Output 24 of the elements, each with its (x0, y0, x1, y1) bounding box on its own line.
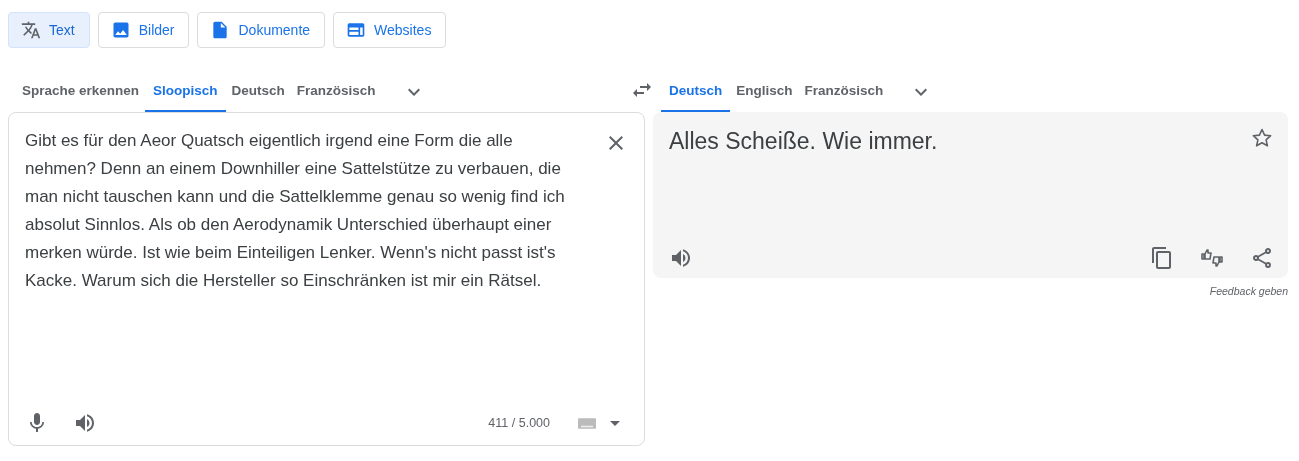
translate-icon (21, 20, 41, 40)
source-text-box[interactable] (8, 112, 645, 446)
character-count: 411 / 5.000 (488, 416, 550, 430)
copy-icon[interactable] (1150, 246, 1174, 270)
language-tab[interactable]: Sprache erkennen (16, 71, 146, 112)
speaker-icon[interactable] (73, 411, 97, 435)
mode-tab[interactable]: Text (8, 12, 90, 48)
feedback-link[interactable]: Feedback geben (1209, 285, 1288, 297)
language-tab[interactable]: Französisch (290, 71, 382, 112)
web-icon (346, 20, 367, 40)
thumbs-up-down-icon[interactable] (1200, 246, 1224, 270)
star-icon[interactable] (1250, 126, 1274, 150)
mode-tab[interactable]: Bilder (97, 12, 190, 48)
language-tab[interactable]: Deutsch (225, 71, 291, 112)
share-icon[interactable] (1250, 246, 1274, 270)
source-text: Gibt es für den Aeor Quatsch eigentlich irgend eine Form die alle nehmen? Denn an einem Downhiller eine Sattelstütze zu verbauen, die man nicht tauschen kann und die Sattelklemme genau so wenig find ich absolut Sinnlos. Als ob den Aerodynamik Unterschied überhaupt einer merken würde. Ist wie beim Einteiligen Lenker. Wenn's nicht passt ist's Kacke. Warum sich die Hersteller so Einschränken ist mir ein Rätsel. (25, 130, 566, 292)
mode-tab[interactable]: Dokumente (197, 12, 326, 48)
translation-text: Alles Scheiße. Wie immer. (669, 127, 938, 156)
mode-tab[interactable]: Websites (333, 12, 447, 48)
caret-icon[interactable] (610, 420, 620, 426)
language-tab[interactable]: Französisch (798, 71, 890, 112)
language-tab[interactable]: Englisch (730, 71, 799, 112)
language-tab[interactable]: Sloopisch (145, 71, 226, 112)
speaker-icon[interactable] (669, 246, 693, 270)
